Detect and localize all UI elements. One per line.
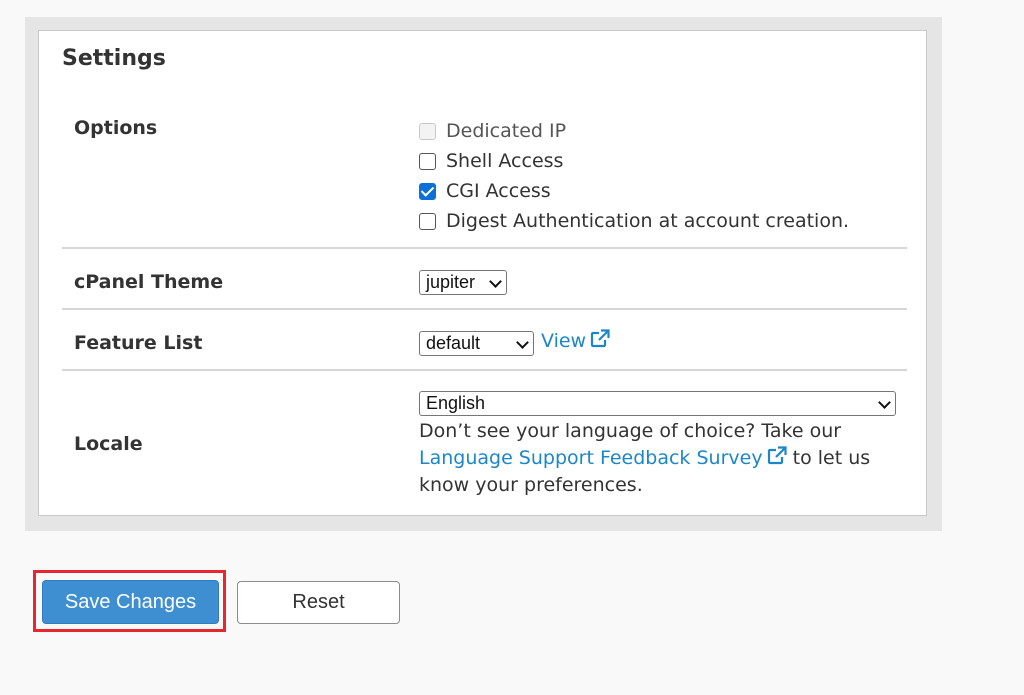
theme-label: cPanel Theme [74,271,224,293]
shell-access-checkbox[interactable] [419,152,436,170]
chevron-down-icon [489,275,502,288]
cgi-access-label[interactable]: CGI Access [446,180,551,202]
theme-select-value: jupiter [426,272,476,292]
option-shell-access[interactable]: Shell Access [419,149,563,173]
external-link-icon[interactable] [767,446,787,466]
digest-auth-label[interactable]: Digest Authentication at account creatio… [446,210,849,232]
divider [62,308,907,310]
shell-access-label[interactable]: Shell Access [446,150,563,172]
settings-panel: Settings Options Dedicated IP Shell Acce… [38,30,927,516]
locale-help-prefix: Don’t see your language of choice? Take … [419,420,842,442]
dedicated-ip-label: Dedicated IP [446,120,567,142]
options-label: Options [74,117,158,139]
option-cgi-access[interactable]: CGI Access [419,179,551,203]
feature-list-select[interactable]: default [419,331,534,356]
locale-select-value: English [426,393,486,413]
view-link-text[interactable]: View [541,330,586,352]
divider [62,369,907,371]
settings-panel-frame: Settings Options Dedicated IP Shell Acce… [25,17,942,531]
feature-list-view-link[interactable]: View [541,329,611,352]
cgi-access-checkbox[interactable] [419,182,436,200]
locale-label: Locale [74,433,143,455]
locale-help-text: Don’t see your language of choice? Take … [419,418,899,499]
feature-list-label: Feature List [74,332,203,354]
settings-title: Settings [62,46,166,71]
digest-auth-checkbox[interactable] [419,212,436,230]
option-dedicated-ip: Dedicated IP [419,119,566,143]
save-changes-button[interactable]: Save Changes [42,580,219,624]
option-digest-auth[interactable]: Digest Authentication at account creatio… [419,209,849,233]
dedicated-ip-checkbox [419,122,436,140]
feature-list-select-value: default [426,333,481,353]
locale-select[interactable]: English [419,391,896,416]
theme-select[interactable]: jupiter [419,270,507,295]
language-survey-link[interactable]: Language Support Feedback Survey [419,447,763,469]
external-link-icon[interactable] [590,329,611,349]
chevron-down-icon [878,396,891,409]
chevron-down-icon [516,336,529,349]
reset-button[interactable]: Reset [237,581,400,624]
divider [62,247,907,249]
